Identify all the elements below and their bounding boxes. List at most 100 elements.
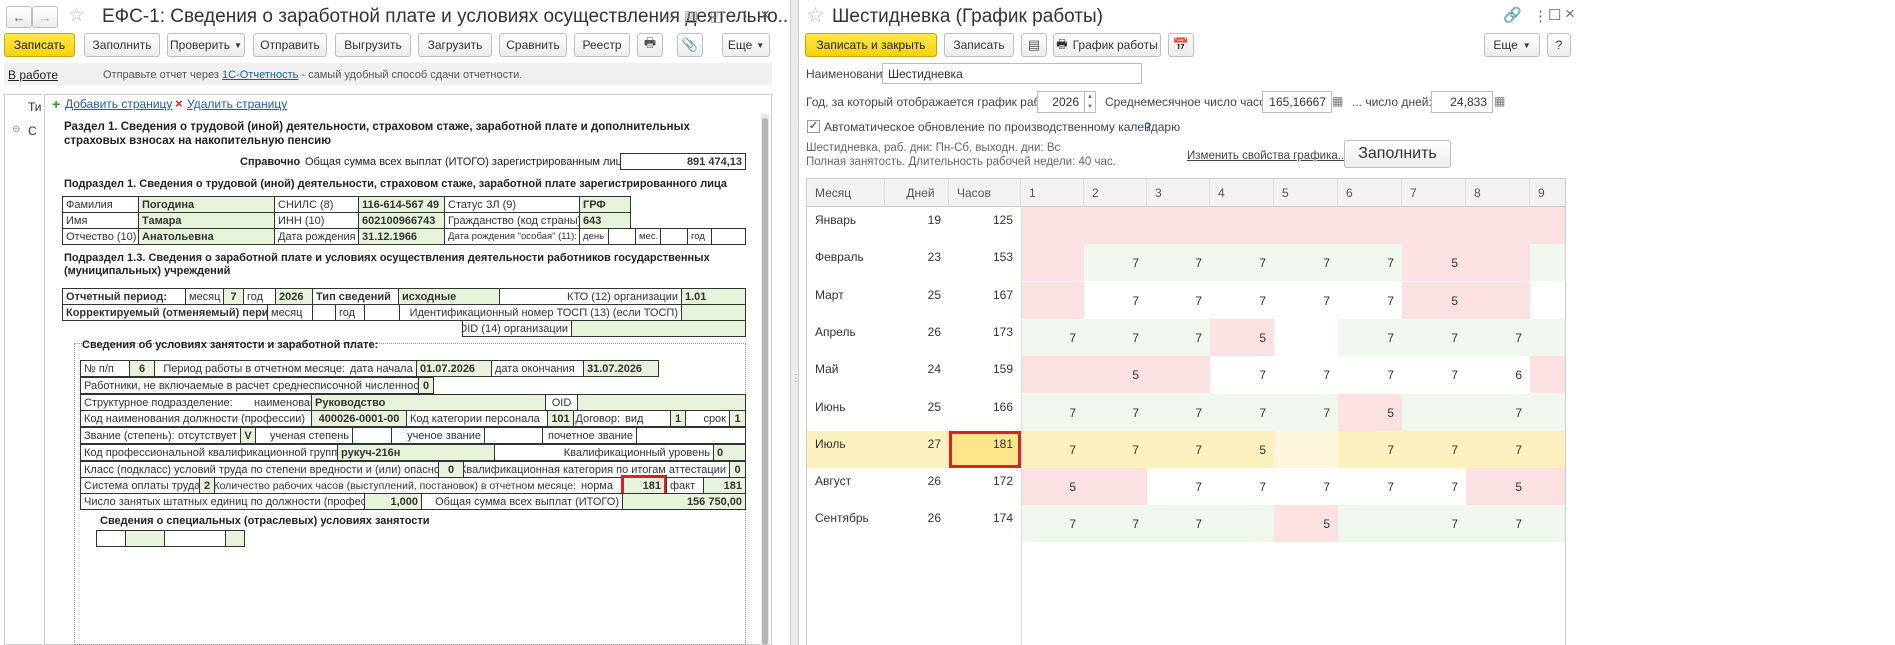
- month-cell[interactable]: Апрель: [807, 319, 885, 356]
- print-icon[interactable]: ▤: [684, 7, 698, 25]
- day-cell-5[interactable]: 7: [1274, 356, 1338, 394]
- hours-cell[interactable]: 125: [949, 207, 1021, 244]
- type-value[interactable]: исходные: [398, 288, 500, 305]
- day-cell-3[interactable]: [1147, 207, 1210, 244]
- day-cell-6[interactable]: [1338, 505, 1402, 543]
- dept-value[interactable]: Руководство: [311, 394, 546, 411]
- day-cell-8[interactable]: [1466, 207, 1530, 244]
- close-icon[interactable]: ×: [760, 5, 770, 25]
- day-cell-9[interactable]: [1530, 393, 1565, 431]
- sum-value[interactable]: 156 750,00: [622, 493, 746, 510]
- day-cell-2[interactable]: 7: [1084, 318, 1147, 356]
- surname-value[interactable]: Погодина: [138, 196, 275, 213]
- day-cell-8[interactable]: 7: [1466, 393, 1530, 431]
- name-field[interactable]: Шестидневка: [882, 63, 1142, 84]
- link-icon[interactable]: 🔗: [1503, 6, 1522, 24]
- day-cell-7[interactable]: [1402, 393, 1466, 431]
- back-button[interactable]: ←: [6, 6, 32, 28]
- month-cell[interactable]: Сентябрь: [807, 505, 885, 542]
- day-cell-4[interactable]: [1210, 505, 1274, 543]
- hours-cell[interactable]: 173: [949, 319, 1021, 356]
- save-button[interactable]: Записать: [944, 33, 1014, 57]
- day-cell-9[interactable]: [1530, 244, 1565, 282]
- day-cell-2[interactable]: [1084, 207, 1147, 244]
- column-header-month[interactable]: Месяц: [807, 179, 885, 207]
- more-button[interactable]: Еще ▼: [722, 33, 770, 57]
- day-cell-2[interactable]: 7: [1084, 505, 1147, 543]
- calendar-button[interactable]: 📅: [1168, 33, 1194, 57]
- table-row[interactable]: Январь 19 125: [807, 207, 1565, 244]
- maximize-icon[interactable]: ☐: [1548, 6, 1561, 24]
- change-properties-link[interactable]: Изменить свойства графика...: [1187, 150, 1347, 162]
- days-cell[interactable]: 27: [885, 431, 949, 468]
- day-cell-8[interactable]: 5: [1466, 468, 1530, 506]
- day-cell-3[interactable]: 7: [1147, 505, 1210, 543]
- title-value[interactable]: [484, 427, 543, 444]
- day-cell-3[interactable]: 7: [1147, 318, 1210, 356]
- column-header-day-9[interactable]: 9: [1530, 179, 1565, 207]
- day-cell-9[interactable]: [1530, 356, 1565, 394]
- day-cell-5[interactable]: 5: [1274, 505, 1338, 543]
- days-cell[interactable]: 25: [885, 394, 949, 431]
- table-row[interactable]: Март 25 167 7 7 7 7 7 5: [807, 281, 1565, 319]
- remove-page-link[interactable]: Удалить страницу: [187, 97, 287, 111]
- day-cell-2[interactable]: 7: [1084, 281, 1147, 319]
- kto-value[interactable]: 1.01: [681, 288, 746, 305]
- period-month[interactable]: 7: [223, 288, 244, 305]
- units-value[interactable]: 1,000: [364, 493, 422, 510]
- dob-mon[interactable]: [660, 228, 688, 245]
- days-cell[interactable]: 26: [885, 319, 949, 356]
- day-cell-4[interactable]: 7: [1210, 281, 1274, 319]
- day-cell-1[interactable]: 5: [1021, 468, 1084, 506]
- snils-value[interactable]: 116-614-567 49: [358, 196, 445, 213]
- table-row[interactable]: Сентябрь 26 174 7 7 7 5 7 7: [807, 505, 1565, 543]
- day-cell-1[interactable]: [1021, 281, 1084, 319]
- day-cell-8[interactable]: 6: [1466, 356, 1530, 394]
- day-cell-2[interactable]: 7: [1084, 244, 1147, 282]
- tree-item[interactable]: Ти: [28, 100, 42, 114]
- day-cell-3[interactable]: 7: [1147, 468, 1210, 506]
- day-cell-1[interactable]: 7: [1021, 393, 1084, 431]
- day-cell-5[interactable]: 7: [1274, 393, 1338, 431]
- day-cell-7[interactable]: 7: [1402, 505, 1466, 543]
- day-cell-1[interactable]: [1021, 356, 1084, 394]
- hours-cell[interactable]: 159: [949, 356, 1021, 393]
- day-cell-8[interactable]: 7: [1466, 505, 1530, 543]
- send-button[interactable]: Отправить: [253, 33, 327, 57]
- day-cell-4[interactable]: 5: [1210, 430, 1274, 468]
- term-value[interactable]: 1: [729, 410, 746, 427]
- fill-button[interactable]: Заполнить: [1344, 140, 1451, 168]
- qlevel-value[interactable]: 0: [713, 444, 746, 461]
- hours-cell[interactable]: 174: [949, 505, 1021, 542]
- day-cell-1[interactable]: [1021, 244, 1084, 282]
- day-cell-7[interactable]: 7: [1402, 356, 1466, 394]
- star-icon[interactable]: ☆: [806, 3, 825, 28]
- days-cell[interactable]: 24: [885, 356, 949, 393]
- star-icon[interactable]: ☆: [68, 4, 85, 27]
- table-row[interactable]: Июль 27 181 7 7 7 5 7 7 7: [807, 430, 1565, 468]
- dob-value[interactable]: 31.12.1966: [358, 228, 445, 245]
- oid-value[interactable]: [571, 320, 746, 337]
- table-row[interactable]: Август 26 172 5 7 7 7 7 7 5: [807, 468, 1565, 506]
- corr-month[interactable]: [312, 304, 336, 321]
- column-header-day-4[interactable]: 4: [1210, 179, 1274, 207]
- day-cell-6[interactable]: 5: [1338, 393, 1402, 431]
- day-cell-8[interactable]: 7: [1466, 430, 1530, 468]
- day-cell-6[interactable]: 7: [1338, 244, 1402, 282]
- start-value[interactable]: 01.07.2026: [416, 360, 492, 377]
- day-cell-9[interactable]: [1530, 281, 1565, 319]
- day-cell-5[interactable]: [1274, 318, 1338, 356]
- column-header-day-8[interactable]: 8: [1466, 179, 1530, 207]
- day-cell-1[interactable]: 7: [1021, 430, 1084, 468]
- more-button[interactable]: Еще ▼: [1484, 33, 1540, 57]
- day-cell-5[interactable]: 7: [1274, 281, 1338, 319]
- day-cell-6[interactable]: 7: [1338, 281, 1402, 319]
- day-cell-6[interactable]: 7: [1338, 318, 1402, 356]
- day-cell-9[interactable]: [1530, 430, 1565, 468]
- month-cell[interactable]: Июнь: [807, 394, 885, 431]
- month-cell[interactable]: Март: [807, 282, 885, 319]
- day-cell-3[interactable]: 7: [1147, 430, 1210, 468]
- month-cell[interactable]: Февраль: [807, 244, 885, 281]
- days-cell[interactable]: 25: [885, 282, 949, 319]
- absent-value[interactable]: V: [240, 427, 256, 444]
